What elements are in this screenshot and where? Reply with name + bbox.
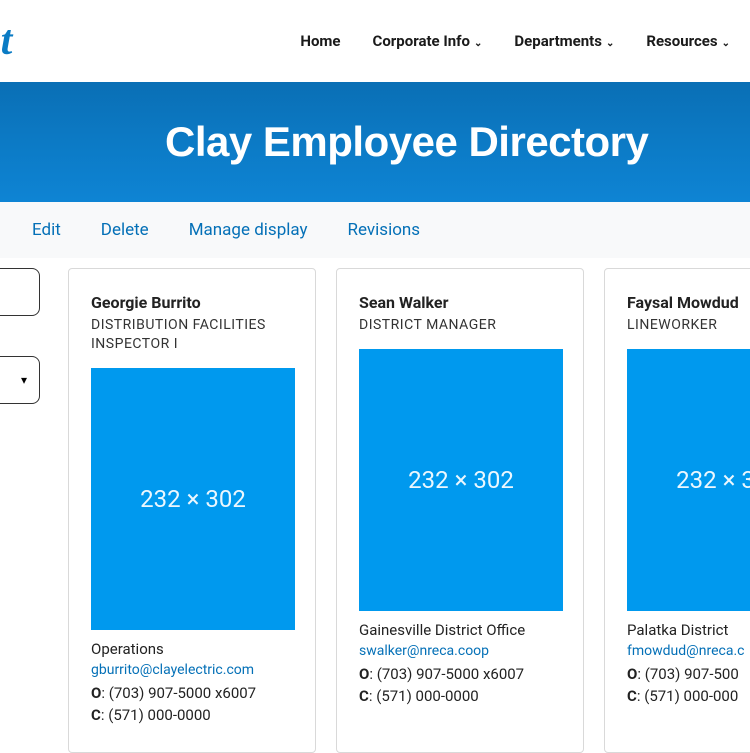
tab-delete[interactable]: Delete [101,220,149,240]
content-area: ▾ Georgie Burrito DISTRIBUTION FACILITIE… [0,258,690,753]
employee-cards: Georgie Burrito DISTRIBUTION FACILITIES … [68,268,750,753]
employee-title: DISTRIBUTION FACILITIES INSPECTOR I [91,316,293,354]
employee-name: Faysal Mowdud [627,293,750,312]
employee-email[interactable]: fmowdud@nreca.c [627,643,750,659]
employee-cell-phone: C: (571) 000-000 [627,687,750,705]
primary-nav: Home Corporate Info ⌄ Departments ⌄ Reso… [300,32,730,50]
employee-cell-phone: C: (571) 000-0000 [359,687,561,705]
employee-office-phone: O: (703) 907-500 [627,665,750,683]
office-label: O [627,665,637,683]
hero-banner: Clay Employee Directory [0,82,750,202]
filter-select[interactable]: ▾ [0,356,40,404]
filter-sidebar: ▾ [0,268,40,753]
employee-photo-placeholder: 232 × 302 [91,368,295,630]
nav-departments-label: Departments [514,32,602,50]
employee-title: DISTRICT MANAGER [359,316,561,335]
cell-value: (571) 000-0000 [108,706,211,724]
employee-email[interactable]: swalker@nreca.coop [359,643,561,659]
employee-photo-placeholder: 232 × 302 [627,349,750,611]
chevron-down-icon: ⌄ [474,38,482,49]
tab-revisions[interactable]: Revisions [348,220,421,240]
top-navigation: et Home Corporate Info ⌄ Departments ⌄ R… [0,0,750,82]
office-label: O [359,665,369,683]
employee-cell-phone: C: (571) 000-0000 [91,706,293,724]
office-value: (703) 907-5000 x6007 [377,665,524,683]
employee-name: Sean Walker [359,293,561,312]
employee-office-phone: O: (703) 907-5000 x6007 [359,665,561,683]
chevron-down-icon: ⌄ [606,38,614,49]
logo: et [0,17,12,65]
admin-tabs: Edit Delete Manage display Revisions [0,202,750,258]
employee-office-phone: O: (703) 907-5000 x6007 [91,684,293,702]
tab-edit[interactable]: Edit [32,220,61,240]
employee-card: Faysal Mowdud LINEWORKER 232 × 302 Palat… [604,268,750,753]
cell-label: C [359,687,369,705]
page-title: Clay Employee Directory [165,118,648,166]
employee-title: LINEWORKER [627,316,750,335]
nav-home[interactable]: Home [300,32,340,50]
nav-resources[interactable]: Resources ⌄ [646,32,730,50]
office-label: O [91,684,101,702]
cell-value: (571) 000-000 [644,687,738,705]
employee-department: Gainesville District Office [359,621,561,639]
search-input[interactable] [0,268,40,316]
tab-manage-display[interactable]: Manage display [189,220,308,240]
nav-departments[interactable]: Departments ⌄ [514,32,614,50]
cell-label: C [91,706,101,724]
chevron-down-icon: ⌄ [722,38,730,49]
employee-name: Georgie Burrito [91,293,293,312]
office-value: (703) 907-5000 x6007 [109,684,256,702]
employee-card: Sean Walker DISTRICT MANAGER 232 × 302 G… [336,268,584,753]
employee-photo-placeholder: 232 × 302 [359,349,563,611]
chevron-down-icon: ▾ [21,373,27,387]
cell-label: C [627,687,637,705]
employee-email[interactable]: gburrito@clayelectric.com [91,662,293,678]
office-value: (703) 907-500 [645,665,739,683]
nav-home-label: Home [300,32,340,50]
nav-corporate-info[interactable]: Corporate Info ⌄ [373,32,483,50]
cell-value: (571) 000-0000 [376,687,479,705]
nav-resources-label: Resources [646,32,717,50]
nav-corporate-info-label: Corporate Info [373,32,471,50]
employee-department: Operations [91,640,293,658]
employee-card: Georgie Burrito DISTRIBUTION FACILITIES … [68,268,316,753]
employee-department: Palatka District [627,621,750,639]
